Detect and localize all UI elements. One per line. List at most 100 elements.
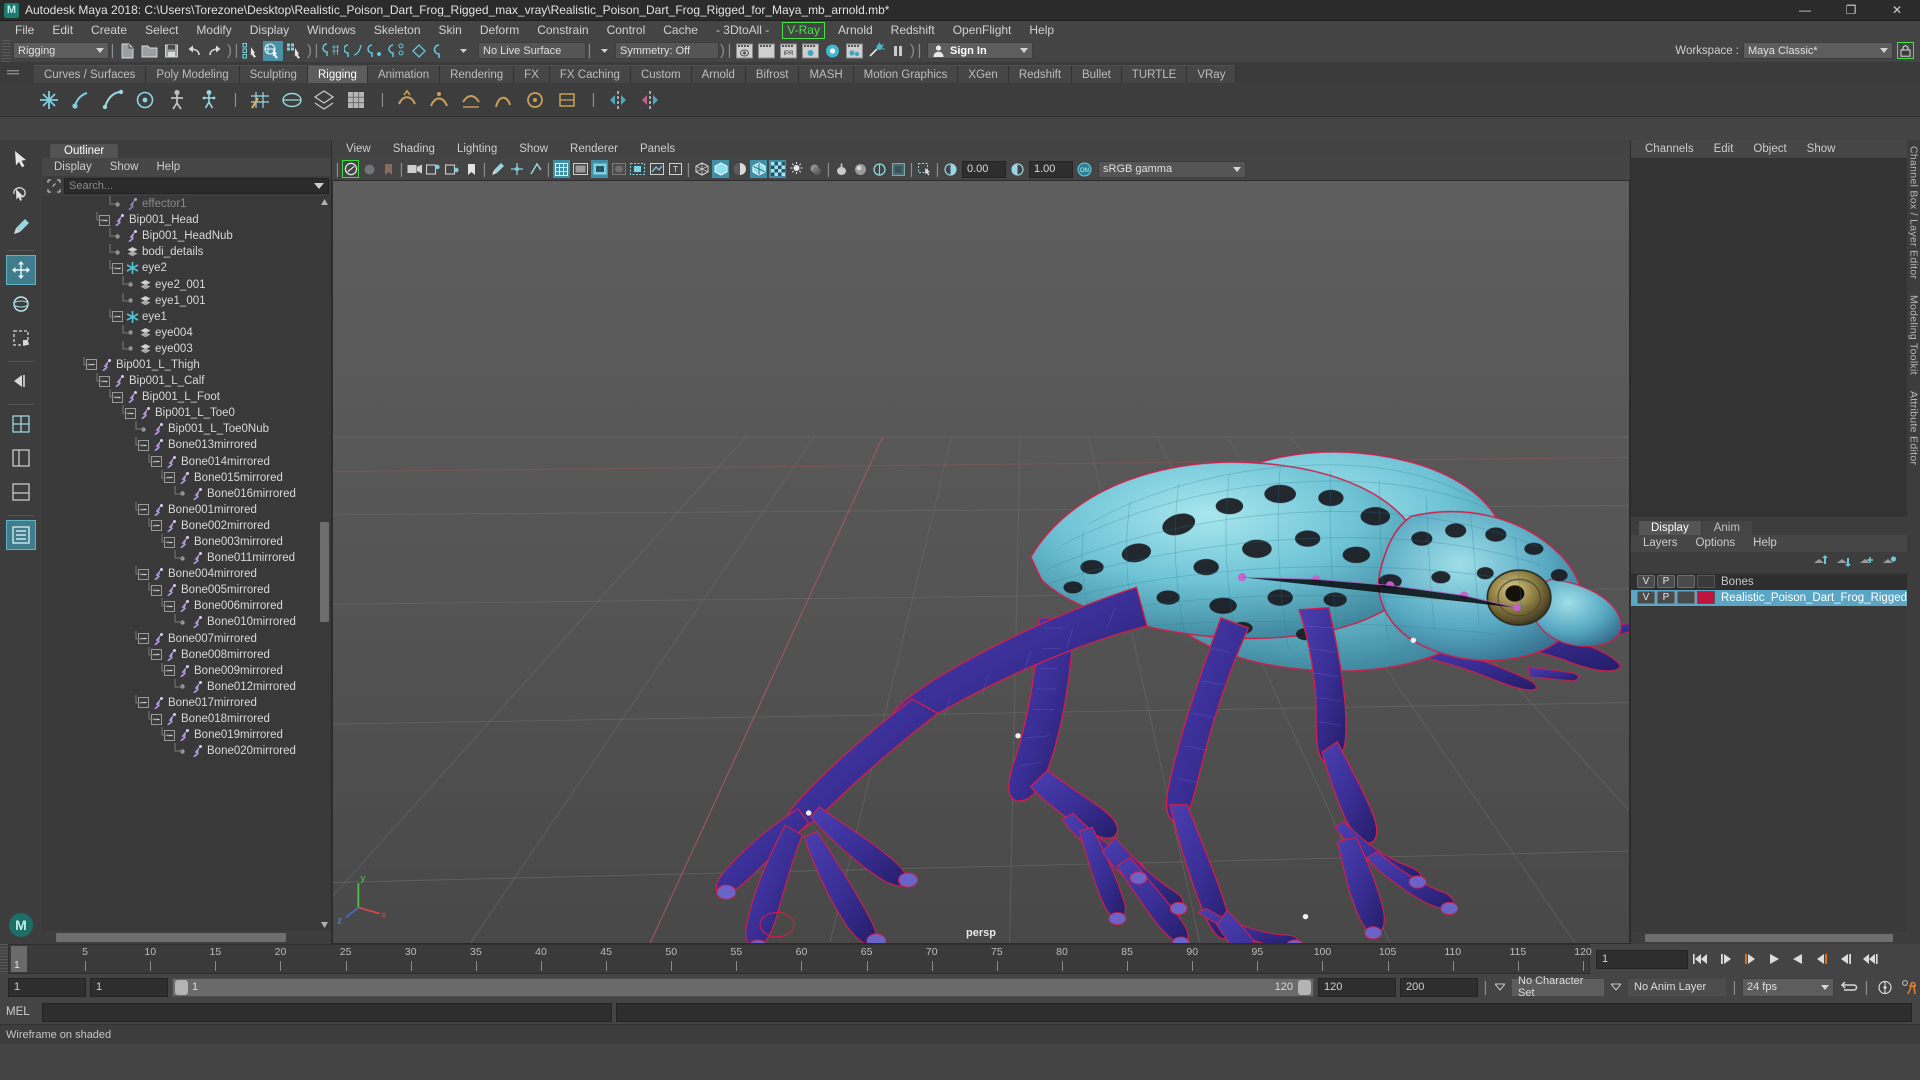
- select-by-component-icon[interactable]: [285, 41, 305, 61]
- side-tab-channel-box-layer-editor[interactable]: Channel Box / Layer Editor: [1908, 146, 1920, 279]
- outliner-item[interactable]: Bip001_L_Toe0: [42, 405, 331, 421]
- bookmark-camera-icon[interactable]: [380, 160, 397, 178]
- anim-layer-field[interactable]: No Anim Layer: [1627, 977, 1727, 997]
- layer-visibility-toggle[interactable]: V: [1637, 575, 1655, 588]
- select-by-hierarchy-icon[interactable]: [241, 41, 261, 61]
- texture-toggle-icon[interactable]: [769, 160, 786, 178]
- lock-icon[interactable]: [1897, 42, 1914, 59]
- paint-effects-icon[interactable]: [489, 160, 506, 178]
- light-editor-icon[interactable]: [866, 41, 886, 61]
- tree-collapse-toggle[interactable]: [164, 600, 175, 612]
- create-layer-from-selected-icon[interactable]: [1882, 555, 1897, 568]
- menu-item-vray[interactable]: V-Ray: [782, 21, 825, 39]
- persp-graph-layout-button[interactable]: [6, 477, 36, 507]
- shelf-tab-bullet[interactable]: Bullet: [1072, 65, 1122, 83]
- layer-type-toggle[interactable]: [1677, 591, 1695, 604]
- scale-tool-button[interactable]: [6, 323, 36, 353]
- shelf-deformer-blend-icon[interactable]: [424, 85, 454, 115]
- outliner-item[interactable]: Bip001_L_Thigh: [42, 356, 331, 373]
- side-tab-modeling-toolkit[interactable]: Modeling Toolkit: [1908, 295, 1920, 375]
- shelf-quick-rig-icon[interactable]: [162, 85, 192, 115]
- channelbox-body[interactable]: [1631, 158, 1908, 517]
- layer-hscrollbar[interactable]: [1631, 932, 1908, 944]
- tree-collapse-toggle[interactable]: [112, 262, 123, 274]
- outliner-item[interactable]: Bone020mirrored: [42, 743, 331, 759]
- two-d-pan-zoom-icon[interactable]: [425, 160, 442, 178]
- maximize-button[interactable]: ❐: [1828, 0, 1874, 21]
- channelbox-menu-channels[interactable]: Channels: [1645, 143, 1694, 155]
- snap-to-curve-icon[interactable]: [343, 41, 363, 61]
- shelf-joint-tool-icon[interactable]: [34, 85, 64, 115]
- shadows-icon[interactable]: [807, 160, 824, 178]
- layer-playback-toggle[interactable]: P: [1657, 591, 1675, 604]
- menu-item-constrain[interactable]: Constrain: [528, 21, 597, 39]
- layer-row[interactable]: V P Realistic_Poison_Dart_Frog_Rigged: [1631, 589, 1908, 606]
- tree-collapse-toggle[interactable]: [164, 472, 175, 484]
- outliner-item[interactable]: Bone017mirrored: [42, 694, 331, 711]
- shelf-tab-poly-modeling[interactable]: Poly Modeling: [146, 65, 240, 83]
- shelf-tab-turtle[interactable]: TURTLE: [1121, 65, 1188, 83]
- exposure-icon[interactable]: [942, 160, 959, 178]
- statusline-gripper[interactable]: [2, 39, 10, 62]
- shelf-deformer-shrinkwrap-icon[interactable]: [552, 85, 582, 115]
- snap-to-point-icon[interactable]: [365, 41, 385, 61]
- channelbox-menu-show[interactable]: Show: [1807, 143, 1836, 155]
- live-surface-field[interactable]: No Live Surface: [478, 42, 586, 59]
- shelf-mirror-joint-icon[interactable]: [603, 85, 633, 115]
- tree-collapse-toggle[interactable]: [86, 359, 97, 371]
- shelf-tab-redshift[interactable]: Redshift: [1008, 65, 1073, 83]
- go-to-start-button[interactable]: [1691, 950, 1712, 969]
- shelf-tab-motion-graphics[interactable]: Motion Graphics: [853, 65, 959, 83]
- menu-item-display[interactable]: Display: [241, 21, 298, 39]
- menu-item-skeleton[interactable]: Skeleton: [365, 21, 430, 39]
- menu-item-openflight[interactable]: OpenFlight: [944, 21, 1021, 39]
- hypergraph-layout-button[interactable]: [6, 520, 36, 550]
- outliner-menu-display[interactable]: Display: [54, 161, 92, 173]
- shelf-tab-bifrost[interactable]: Bifrost: [745, 65, 800, 83]
- character-set-field[interactable]: No Character Set: [1511, 975, 1605, 999]
- outliner-item[interactable]: Bone014mirrored: [42, 453, 331, 470]
- menu-item-redshift[interactable]: Redshift: [882, 21, 944, 39]
- xray-joints-icon[interactable]: [508, 160, 525, 178]
- outliner-tree[interactable]: effector1 Bip001_Head Bip001_HeadNub bodi_d…: [42, 196, 331, 931]
- outliner-item[interactable]: Bip001_HeadNub: [42, 228, 331, 244]
- layer-menu-help[interactable]: Help: [1753, 537, 1777, 549]
- step-forward-frame-button[interactable]: [1811, 950, 1832, 969]
- bookmark-icon[interactable]: [463, 160, 480, 178]
- menuset-selector[interactable]: Rigging: [13, 42, 109, 59]
- tree-collapse-toggle[interactable]: [112, 311, 123, 323]
- tree-collapse-toggle[interactable]: [151, 584, 162, 596]
- outliner-item[interactable]: eye1_001: [42, 292, 331, 309]
- isolate-select-icon[interactable]: [916, 160, 933, 178]
- outliner-item[interactable]: eye004: [42, 324, 331, 341]
- menu-item-control[interactable]: Control: [598, 21, 655, 39]
- search-icon[interactable]: [44, 178, 64, 194]
- anim-layer-arrow-icon[interactable]: [1609, 983, 1623, 991]
- tree-collapse-toggle[interactable]: [99, 214, 110, 226]
- outliner-item[interactable]: bodi_details: [42, 244, 331, 260]
- shelf-orient-joint-icon[interactable]: [635, 85, 665, 115]
- wireframe-on-shaded-icon[interactable]: [629, 160, 646, 178]
- step-back-keyframe-button[interactable]: [1715, 950, 1736, 969]
- outliner-item[interactable]: eye2_001: [42, 276, 331, 292]
- range-end-field[interactable]: 120: [1318, 977, 1396, 997]
- outliner-item[interactable]: Bone002mirrored: [42, 517, 331, 534]
- animation-start-field[interactable]: 1: [8, 977, 86, 997]
- chevron-down-icon[interactable]: [314, 183, 324, 189]
- shelf-ik-spline-icon[interactable]: [98, 85, 128, 115]
- grease-pencil-icon[interactable]: [444, 160, 461, 178]
- tree-collapse-toggle[interactable]: [112, 391, 123, 403]
- close-button[interactable]: ✕: [1874, 0, 1920, 21]
- select-camera-icon[interactable]: [342, 160, 359, 178]
- time-slider[interactable]: 1 5 10 15 20 25 30 35 40 45 50 55 60 65 70 75 80 85 90 95 1…: [8, 944, 1592, 974]
- tree-collapse-toggle[interactable]: [151, 456, 162, 468]
- outliner-item[interactable]: Bone008mirrored: [42, 646, 331, 663]
- workspace-selector[interactable]: Maya Classic*: [1743, 42, 1893, 59]
- wireframe-on-shaded-toggle-icon[interactable]: [750, 160, 767, 178]
- range-slider[interactable]: 1 120: [172, 977, 1314, 997]
- shelf-smooth-bind-icon[interactable]: [245, 85, 275, 115]
- outliner-item[interactable]: Bone011mirrored: [42, 550, 331, 566]
- image-plane-icon[interactable]: [406, 160, 423, 178]
- outliner-item[interactable]: effector1: [42, 196, 331, 212]
- outliner-item[interactable]: eye2: [42, 260, 331, 276]
